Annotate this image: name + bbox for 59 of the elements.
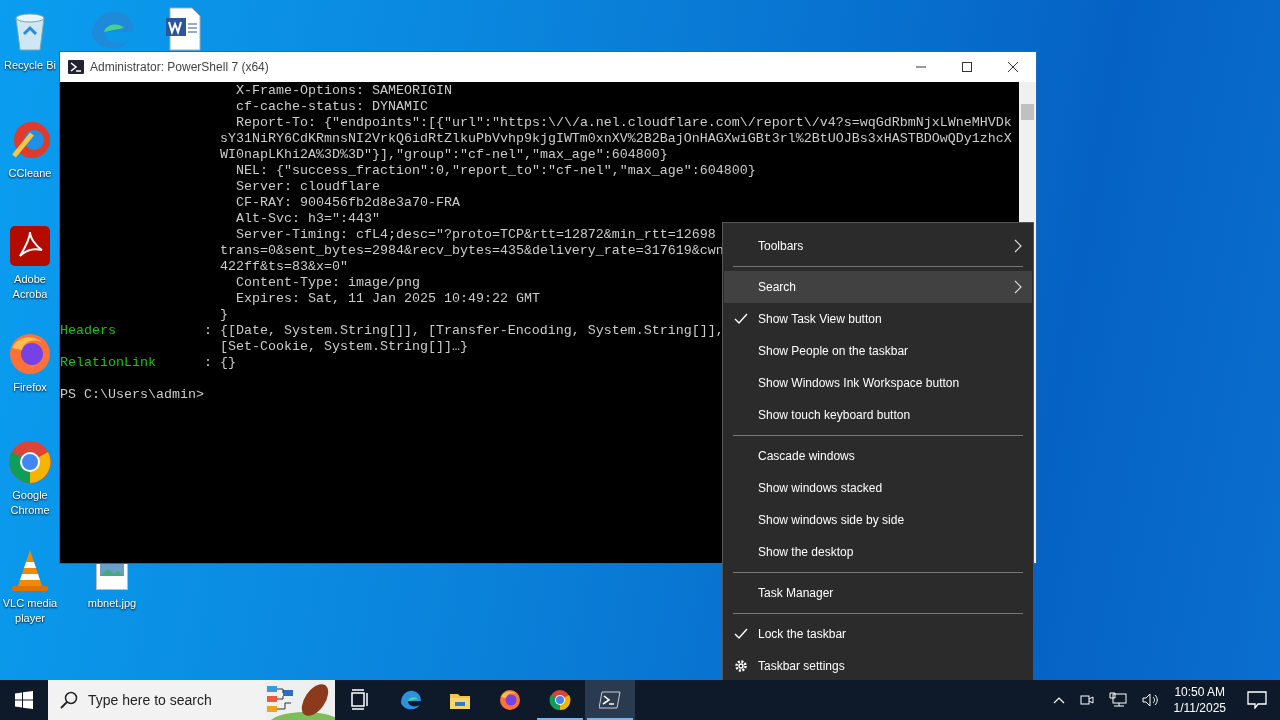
chrome-icon [6,438,54,486]
menu-item[interactable]: Show People on the taskbar [724,335,1032,367]
console-line: Server-Timing: cfL4;desc="?proto=TCP&rtt=12872&min_rtt=12698 [235,227,716,243]
minimize-icon [916,66,926,68]
console-line: CF-RAY: 900456fb2d8e3a70-FRA [235,195,460,211]
menu-item[interactable]: Show Windows Ink Workspace button [724,367,1032,399]
console-line: X-Frame-Options: SAMEORIGIN [235,83,452,99]
clock-date[interactable]: 1/11/2025 [1173,700,1226,716]
network-icon [1108,692,1127,708]
console-line: trans=0&sent_bytes=2984&recv_bytes=435&delivery_rate=317619&cwn [219,243,724,259]
console-line: 422ff&ts=83&x=0" [219,259,348,275]
property-separator: : [203,355,213,371]
property-name: RelationLink [60,355,157,371]
chevron-up-icon [1052,696,1065,704]
property-value: {} [219,355,236,371]
property-name: Headers [60,323,117,339]
chat-bubble-icon [1247,691,1267,709]
firefox-icon [499,689,521,711]
console-line: cf-cache-status: DYNAMIC [235,99,428,115]
command-prompt: PS C:\Users\admin> [60,387,204,403]
speaker-icon [1140,692,1159,708]
clock-time[interactable]: 10:50 AM [1174,684,1226,700]
powershell-icon [68,60,84,74]
property-separator: : [203,323,213,339]
camera-icon [1078,692,1095,708]
search-field[interactable]: Type here to search [86,691,230,709]
menu-item[interactable]: Show Task View button [724,303,1032,335]
menu-item[interactable]: Show the desktop [724,536,1032,568]
console-line: [Set-Cookie, System.String[]]…} [219,339,468,355]
console-line: Report-To: {"endpoints":[{"url":"https:\/\/a.nel.cloudflare.com\/report\/v4?s=wqGdRbmNjxLWneMHVDk [235,115,1012,131]
windows-logo-icon [15,691,33,709]
menu-item[interactable]: Show windows stacked [724,472,1032,504]
window-title: Administrator: PowerShell 7 (x64) [90,60,269,74]
property-value: {[Date, System.String[]], [Transfer-Encoding, System.String[]], [219,323,724,339]
console-line: Content-Type: image/png [235,275,420,291]
menu-item[interactable]: Cascade windows [724,440,1032,472]
menu-item[interactable]: Search [724,271,1032,303]
menu-item[interactable]: Lock the taskbar [724,618,1032,650]
task-view-icon [349,689,371,711]
console-line: sY31NiRY6CdKRmnsNI2VrkQ6idRtZlkuPbVvhp9kjgIWTm0xnXV%2B2BajOnHAGXwiGBt3rl%2BtUOJBs3xHASTBDOwQDy1zhcX [219,131,1012,147]
edge-icon [399,689,421,711]
console-line: NEL: {"success_fraction":0,"report_to":"cf-nel","max_age":604800} [235,163,756,179]
menu-item[interactable]: Toolbars [724,230,1032,262]
console-line: Server: cloudflare [235,179,380,195]
console-line: } [219,307,228,323]
menu-item[interactable]: Taskbar settings [724,650,1032,682]
console-line: Alt-Svc: h3=":443" [235,211,380,227]
close-icon [1008,62,1018,72]
menu-item[interactable]: Show windows side by side [724,504,1032,536]
console-line: WI0napLKhi2A%3D%3D"}],"group":"cf-nel","max_age":604800} [219,147,668,163]
maximize-icon [962,62,972,72]
menu-item[interactable]: Show touch keyboard button [724,399,1032,431]
terminal-icon [599,689,621,711]
taskbar-button[interactable] [585,680,635,720]
console-line: Expires: Sat, 11 Jan 2025 10:49:22 GMT [235,291,540,307]
menu-item[interactable]: Task Manager [724,577,1032,609]
chrome-icon [549,689,571,711]
search-icon [60,691,78,709]
gear-icon [734,659,748,673]
